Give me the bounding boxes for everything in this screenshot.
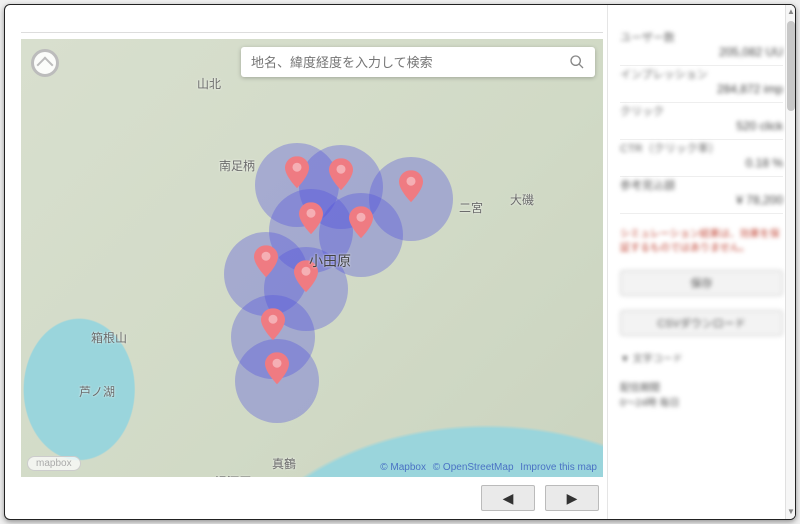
stats-sidebar: ユーザー数205,082 UUインプレッション284,872 impクリック52… (607, 5, 795, 519)
map-pin-icon[interactable] (261, 308, 285, 340)
stat-label: 参考見込額 (620, 177, 783, 193)
search-icon[interactable] (569, 54, 585, 70)
stat-row: インプレッション284,872 imp (620, 66, 783, 103)
stat-value: 520 click (620, 119, 783, 133)
compass-control[interactable] (31, 49, 59, 77)
save-button[interactable]: 保存 (620, 270, 783, 296)
map-place-label: 真鶴 (272, 455, 296, 472)
map-place-label: 大磯 (510, 191, 534, 208)
map-pin-icon[interactable] (299, 202, 323, 234)
section-label: 配信期間 (620, 379, 783, 394)
map-pagination: ◀ ▶ (21, 477, 603, 515)
mapbox-logo: mapbox (27, 456, 81, 471)
map-search-box[interactable] (241, 47, 595, 77)
map-place-label: 山北 (197, 75, 221, 92)
stat-label: インプレッション (620, 66, 783, 82)
stat-value: ¥ 78,200 (620, 193, 783, 207)
stat-value: 0.18 % (620, 156, 783, 170)
map-pin-icon[interactable] (294, 260, 318, 292)
map-place-label: 二宮 (459, 199, 483, 216)
attrib-improve[interactable]: Improve this map (520, 462, 597, 473)
map-pin-icon[interactable] (329, 158, 353, 190)
prev-button[interactable]: ◀ (481, 485, 535, 511)
map-pin-icon[interactable] (265, 352, 289, 384)
stat-row: クリック520 click (620, 103, 783, 140)
stat-label: クリック (620, 103, 783, 119)
vertical-scrollbar[interactable]: ▲ ▼ (785, 5, 795, 519)
map-pin-icon[interactable] (254, 245, 278, 277)
stat-label: CTR（クリック率） (620, 140, 783, 156)
map-place-label: 湯河原 (215, 473, 251, 477)
simulation-note: シミュレーション結果は、効果を保証するものではありません。 (620, 228, 783, 256)
stat-row: ユーザー数205,082 UU (620, 29, 783, 66)
map-place-label: 南足柄 (219, 157, 255, 174)
search-input[interactable] (251, 55, 569, 70)
next-button[interactable]: ▶ (545, 485, 599, 511)
browser-url-bar (21, 17, 603, 33)
stat-label: ユーザー数 (620, 29, 783, 45)
stat-value: 205,082 UU (620, 45, 783, 59)
map-pin-icon[interactable] (399, 170, 423, 202)
map-attribution: © Mapbox © OpenStreetMap Improve this ma… (376, 462, 597, 473)
map-pin-icon[interactable] (349, 206, 373, 238)
attrib-osm[interactable]: © OpenStreetMap (433, 462, 514, 473)
scroll-up-icon[interactable]: ▲ (786, 7, 796, 17)
stat-row: 参考見込額¥ 78,200 (620, 177, 783, 214)
map-canvas[interactable]: 山北南足柄大磯二宮小田原箱根山真鶴湯河原芦ノ湖 mapbox © Mapbox … (21, 39, 603, 477)
charset-expand[interactable]: ▼ 文字コード (620, 350, 783, 365)
map-pin-icon[interactable] (285, 156, 309, 188)
stat-row: CTR（クリック率）0.18 % (620, 140, 783, 177)
section-value: 0〜24時 毎日 (620, 394, 783, 409)
stat-value: 284,872 imp (620, 82, 783, 96)
map-place-label: 箱根山 (91, 329, 127, 346)
attrib-mapbox[interactable]: © Mapbox (380, 462, 426, 473)
scroll-thumb[interactable] (787, 21, 795, 111)
map-place-label: 芦ノ湖 (79, 383, 115, 400)
scroll-down-icon[interactable]: ▼ (786, 507, 796, 517)
csv-download-button[interactable]: CSVダウンロード (620, 310, 783, 336)
